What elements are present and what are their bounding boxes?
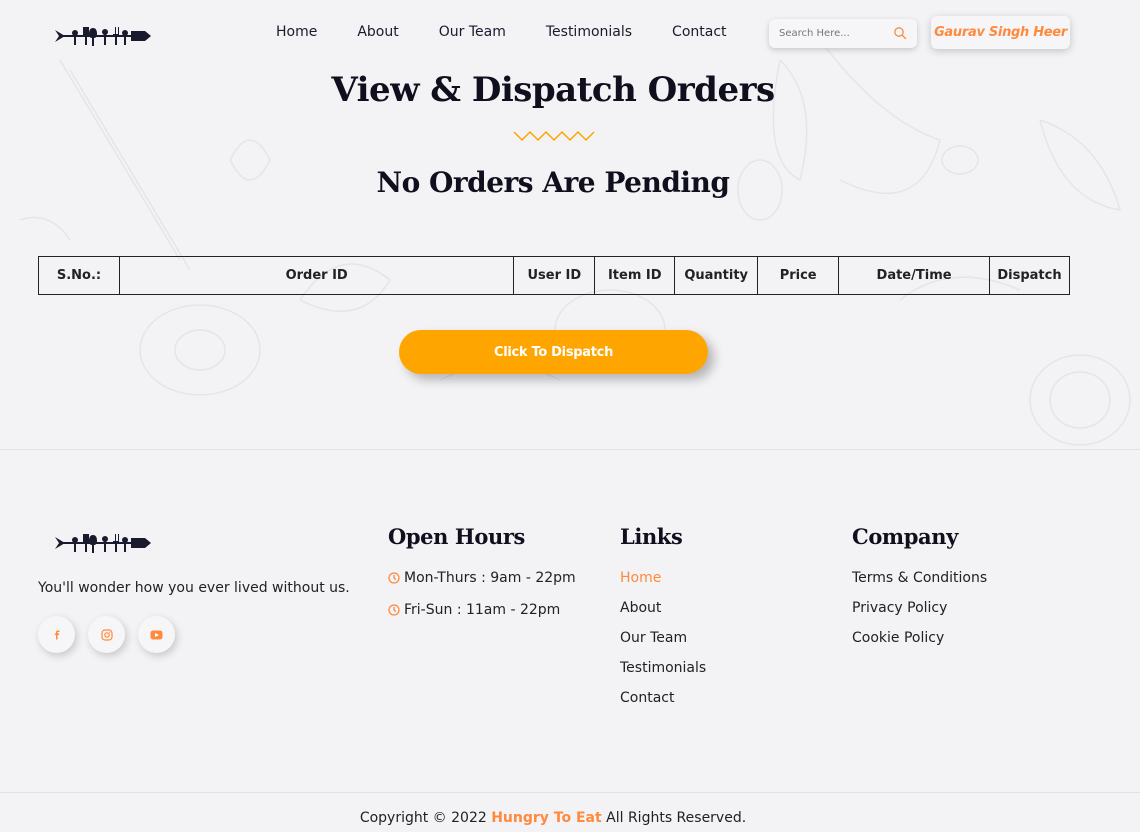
- footer-link-cookie[interactable]: Cookie Policy: [852, 630, 987, 660]
- zigzag-divider: [513, 130, 595, 142]
- hours-title: Open Hours: [388, 524, 525, 549]
- links-title: Links: [620, 524, 683, 549]
- facebook-icon[interactable]: [38, 616, 75, 653]
- footer-tagline: You'll wonder how you ever lived without…: [38, 580, 350, 596]
- background-doodles: [19, 39, 1131, 446]
- copyright-prefix: Copyright © 2022: [359, 810, 487, 826]
- nav-home[interactable]: Home: [276, 24, 317, 40]
- copyright-brand[interactable]: Hungry To Eat: [491, 810, 601, 826]
- footer-link-our-team[interactable]: Our Team: [620, 630, 706, 660]
- copyright: Copyright © 2022 Hungry To Eat All Right…: [0, 810, 1106, 826]
- nav-our-team[interactable]: Our Team: [439, 24, 506, 40]
- hours-list: Mon-Thurs : 9am - 22pm Fri-Sun : 11am - …: [388, 570, 576, 634]
- social-links: [38, 616, 175, 653]
- instagram-icon[interactable]: [88, 616, 125, 653]
- copyright-divider: [0, 792, 1140, 793]
- table-header-row: S.No.: Order ID User ID Item ID Quantity…: [38, 256, 1071, 295]
- hours-item: Mon-Thurs : 9am - 22pm: [388, 570, 576, 602]
- footer-links: Home About Our Team Testimonials Contact: [620, 570, 706, 720]
- brand-logo[interactable]: [55, 24, 151, 48]
- nav-contact[interactable]: Contact: [672, 24, 726, 40]
- footer-link-about[interactable]: About: [620, 600, 706, 630]
- user-profile-button[interactable]: Gaurav Singh Heer: [931, 16, 1070, 49]
- footer-link-privacy[interactable]: Privacy Policy: [852, 600, 987, 630]
- footer-divider: [0, 449, 1140, 450]
- footer-logo[interactable]: [55, 531, 151, 555]
- col-user-id: User ID: [513, 256, 596, 295]
- col-item-id: Item ID: [594, 256, 676, 295]
- main-nav: Home About Our Team Testimonials Contact: [276, 24, 767, 40]
- nav-testimonials[interactable]: Testimonials: [546, 24, 632, 40]
- search-box: [769, 19, 917, 48]
- footer-link-testimonials[interactable]: Testimonials: [620, 660, 706, 690]
- copyright-suffix: All Rights Reserved.: [606, 810, 747, 826]
- hours-text: Fri-Sun : 11am - 22pm: [404, 602, 561, 618]
- search-input[interactable]: [769, 19, 889, 48]
- youtube-icon[interactable]: [138, 616, 175, 653]
- company-title: Company: [852, 524, 958, 549]
- hours-item: Fri-Sun : 11am - 22pm: [388, 602, 576, 634]
- col-sno: S.No.:: [38, 256, 120, 295]
- dispatch-button[interactable]: Click To Dispatch: [399, 330, 708, 374]
- col-order-id: Order ID: [118, 256, 515, 295]
- orders-table: S.No.: Order ID User ID Item ID Quantity…: [38, 256, 1071, 295]
- clock-icon: [388, 572, 400, 584]
- footer-link-contact[interactable]: Contact: [620, 690, 706, 720]
- hours-text: Mon-Thurs : 9am - 22pm: [404, 570, 576, 586]
- orders-status: No Orders Are Pending: [376, 166, 730, 199]
- footer-link-terms[interactable]: Terms & Conditions: [852, 570, 987, 600]
- col-datetime: Date/Time: [838, 256, 990, 295]
- nav-about[interactable]: About: [357, 24, 398, 40]
- footer-link-home[interactable]: Home: [620, 570, 706, 600]
- company-links: Terms & Conditions Privacy Policy Cookie…: [852, 570, 987, 660]
- page-title: View & Dispatch Orders: [331, 70, 775, 110]
- col-dispatch: Dispatch: [988, 256, 1071, 295]
- clock-icon: [388, 604, 400, 616]
- site-header: Home About Our Team Testimonials Contact…: [0, 0, 1140, 66]
- col-price: Price: [757, 256, 840, 295]
- search-icon[interactable]: [893, 26, 907, 40]
- col-quantity: Quantity: [674, 256, 759, 295]
